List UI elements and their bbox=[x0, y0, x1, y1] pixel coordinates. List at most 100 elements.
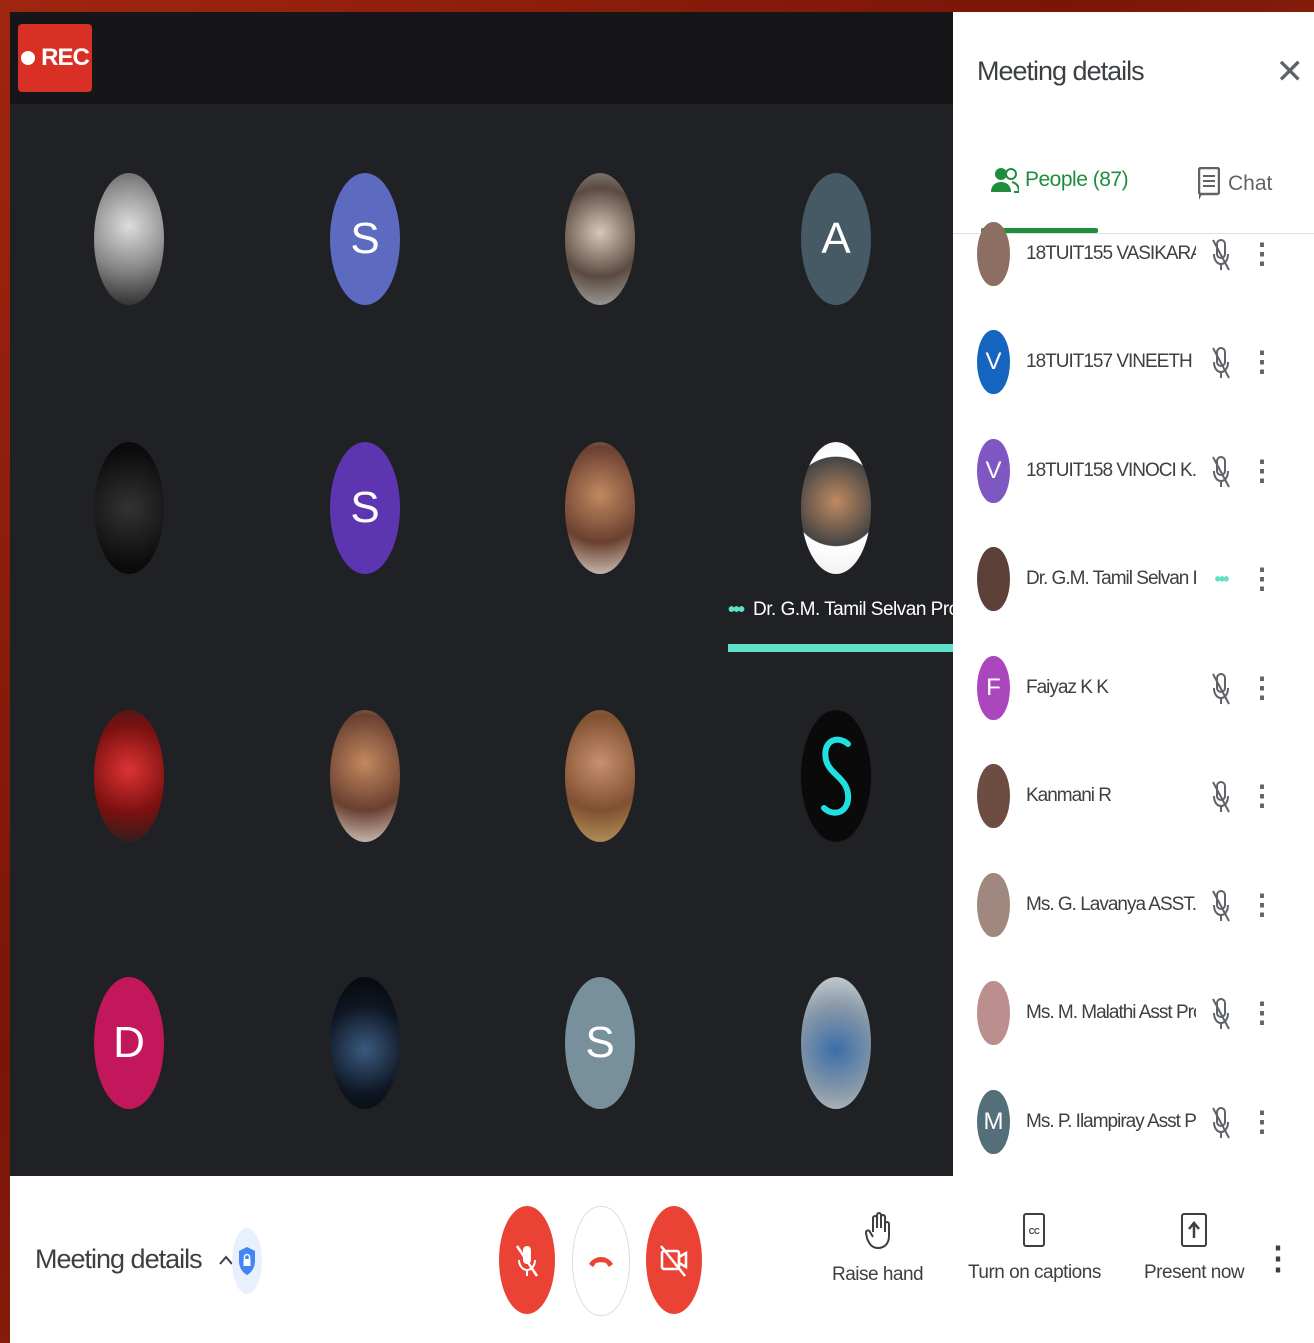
participant-tile[interactable] bbox=[801, 710, 871, 842]
more-options-icon[interactable]: ⋮ bbox=[1248, 240, 1276, 268]
tab-chat[interactable]: Chat bbox=[1198, 167, 1272, 201]
participant-tile[interactable]: A bbox=[801, 173, 871, 305]
panel-title: Meeting details bbox=[977, 56, 1145, 86]
tab-people[interactable]: People (87) bbox=[991, 167, 1129, 193]
participant-name: 18TUIT157 VINEETH S. bbox=[1026, 351, 1196, 372]
meeting-details-toggle[interactable]: Meeting details bbox=[35, 1244, 234, 1275]
present-now-button[interactable]: Present now bbox=[1144, 1212, 1245, 1284]
participant-name: Ms. P. Ilampiray Asst Pr... bbox=[1026, 1111, 1196, 1132]
more-options-icon[interactable]: ⋮ bbox=[1248, 674, 1276, 702]
host-controls-button[interactable] bbox=[232, 1228, 262, 1294]
avatar: V bbox=[977, 330, 1010, 394]
s-logo-icon bbox=[821, 736, 852, 816]
participant-tile[interactable] bbox=[330, 710, 400, 842]
participant-tile[interactable] bbox=[565, 173, 635, 305]
more-options-icon[interactable]: ⋮ bbox=[1248, 999, 1276, 1027]
video-grid: REC S A S D S ••• Dr. G.M. Tamil Selvan Prof… bbox=[10, 12, 963, 1176]
participant-name: Faiyaz K K bbox=[1026, 677, 1109, 698]
avatar bbox=[977, 981, 1010, 1045]
participant-tile[interactable] bbox=[801, 977, 871, 1109]
participant-tile[interactable] bbox=[94, 173, 164, 305]
captions-icon: CC bbox=[1023, 1213, 1046, 1247]
leave-call-button[interactable] bbox=[572, 1206, 630, 1316]
participant-row[interactable]: 18TUIT155 VASIKARAN R ⋮ bbox=[977, 222, 1307, 286]
mic-off-icon bbox=[1206, 885, 1236, 925]
mic-off-icon bbox=[1206, 668, 1236, 708]
participant-row[interactable]: Kanmani R ⋮ bbox=[977, 764, 1307, 828]
people-icon bbox=[991, 168, 1019, 193]
close-icon[interactable]: ✕ bbox=[1276, 52, 1305, 92]
avatar bbox=[977, 764, 1010, 828]
shield-lock-icon bbox=[239, 1247, 255, 1275]
participant-row[interactable]: Dr. G.M. Tamil Selvan Pr... ••• ⋮ bbox=[977, 547, 1307, 611]
raise-hand-button[interactable]: Raise hand bbox=[832, 1212, 924, 1286]
participant-tile[interactable] bbox=[94, 442, 164, 574]
chat-icon bbox=[1198, 167, 1220, 200]
more-options-icon[interactable]: ⋮ bbox=[1248, 348, 1276, 376]
avatar: F bbox=[977, 656, 1010, 720]
present-icon bbox=[1181, 1213, 1208, 1247]
bottom-control-bar: Meeting details Raise hand CC Turn on ca… bbox=[10, 1176, 1314, 1343]
captions-button[interactable]: CC Turn on captions bbox=[968, 1212, 1101, 1284]
meeting-details-label: Meeting details bbox=[35, 1244, 203, 1274]
more-options-icon[interactable]: ⋮ bbox=[1248, 565, 1276, 593]
participant-tile[interactable] bbox=[330, 977, 400, 1109]
participant-tile[interactable] bbox=[801, 442, 871, 574]
avatar: V bbox=[977, 439, 1010, 503]
more-options-icon[interactable]: ⋮ bbox=[1248, 782, 1276, 810]
active-speaker-highlight bbox=[728, 644, 963, 652]
active-speaker-name: Dr. G.M. Tamil Selvan Prof ... bbox=[753, 599, 963, 620]
speaking-indicator-icon: ••• bbox=[1214, 568, 1230, 589]
participant-name: Ms. G. Lavanya ASST. P... bbox=[1026, 894, 1196, 915]
participant-name: 18TUIT158 VINOCI K.L. bbox=[1026, 460, 1196, 481]
avatar bbox=[977, 222, 1010, 286]
participant-row[interactable]: F Faiyaz K K ⋮ bbox=[977, 656, 1307, 720]
participant-name: Ms. M. Malathi Asst Prof... bbox=[1026, 1002, 1196, 1023]
speaking-indicator-icon: ••• bbox=[728, 598, 745, 621]
more-options-icon[interactable]: ⋮ bbox=[1248, 457, 1276, 485]
more-options-icon[interactable]: ⋮ bbox=[1262, 1242, 1294, 1274]
participant-tile[interactable]: S bbox=[330, 442, 400, 574]
mic-off-icon bbox=[1206, 1102, 1236, 1142]
participant-row[interactable]: V 18TUIT157 VINEETH S. ⋮ bbox=[977, 330, 1307, 394]
recording-label: REC bbox=[41, 44, 90, 71]
recording-badge: REC bbox=[18, 24, 92, 92]
mic-off-icon bbox=[1206, 234, 1236, 274]
captions-label: Turn on captions bbox=[968, 1262, 1101, 1283]
present-now-label: Present now bbox=[1144, 1262, 1245, 1283]
participant-row[interactable]: M Ms. P. Ilampiray Asst Pr... ⋮ bbox=[977, 1090, 1307, 1154]
top-bar: REC bbox=[10, 12, 953, 104]
meeting-details-panel: Meeting details ✕ People (87) Chat 18TUI… bbox=[953, 12, 1314, 1176]
participant-tile[interactable] bbox=[565, 710, 635, 842]
tab-people-label: People (87) bbox=[1025, 168, 1129, 191]
svg-text:CC: CC bbox=[1029, 1227, 1040, 1236]
participant-tile[interactable]: S bbox=[330, 173, 400, 305]
participant-row[interactable]: V 18TUIT158 VINOCI K.L. ⋮ bbox=[977, 439, 1307, 503]
camera-off-icon bbox=[660, 1245, 688, 1277]
avatar: M bbox=[977, 1090, 1010, 1154]
raise-hand-label: Raise hand bbox=[832, 1264, 924, 1285]
camera-toggle-button[interactable] bbox=[646, 1206, 702, 1314]
mic-off-icon bbox=[1206, 342, 1236, 382]
participant-row[interactable]: Ms. G. Lavanya ASST. P... ⋮ bbox=[977, 873, 1307, 937]
more-options-icon[interactable]: ⋮ bbox=[1248, 1108, 1276, 1136]
mic-off-icon bbox=[1206, 776, 1236, 816]
participant-tile[interactable]: D bbox=[94, 977, 164, 1109]
mic-toggle-button[interactable] bbox=[499, 1206, 555, 1314]
record-dot-icon bbox=[21, 51, 36, 65]
participant-tile[interactable]: S bbox=[565, 977, 635, 1109]
avatar bbox=[977, 873, 1010, 937]
participant-tile[interactable] bbox=[94, 710, 164, 842]
participant-row[interactable]: Ms. M. Malathi Asst Prof... ⋮ bbox=[977, 981, 1307, 1045]
participant-name: Dr. G.M. Tamil Selvan Pr... bbox=[1026, 568, 1196, 589]
more-options-icon[interactable]: ⋮ bbox=[1248, 891, 1276, 919]
mic-off-icon bbox=[515, 1245, 539, 1277]
raise-hand-icon bbox=[864, 1212, 890, 1250]
tab-chat-label: Chat bbox=[1228, 172, 1273, 195]
participant-name: Kanmani R bbox=[1026, 785, 1112, 806]
participant-tile[interactable] bbox=[565, 442, 635, 574]
mic-off-icon bbox=[1206, 451, 1236, 491]
participant-name: 18TUIT155 VASIKARAN R bbox=[1026, 243, 1196, 264]
mic-off-icon bbox=[1206, 993, 1236, 1033]
avatar bbox=[977, 547, 1010, 611]
